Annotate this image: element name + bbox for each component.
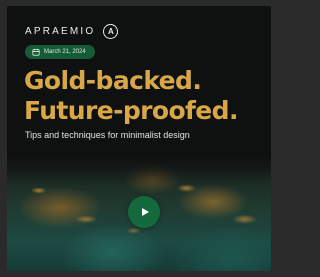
hero-video-thumbnail[interactable] [7,156,271,271]
brand[interactable]: APRAEMIO A [25,24,119,39]
headline-line-2: Future-proofed. [24,96,238,125]
calendar-icon [32,48,40,56]
headline: Gold-backed. Future-proofed. [24,66,238,126]
headline-line-1: Gold-backed. [24,66,202,95]
play-icon [141,208,149,216]
date-text: March 21, 2024 [44,49,86,55]
play-button[interactable] [128,196,160,228]
date-badge: March 21, 2024 [25,45,95,59]
tagline: Tips and techniques for minimalist desig… [25,130,190,140]
post-card: APRAEMIO A March 21, 2024 Gold-backed. F… [7,6,271,271]
brand-logo-icon: A [103,24,119,39]
brand-name: APRAEMIO [25,26,96,37]
